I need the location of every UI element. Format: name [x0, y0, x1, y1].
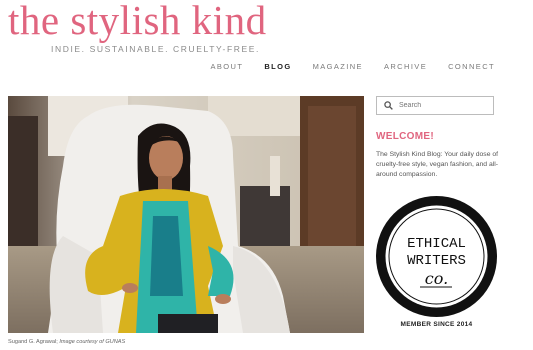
caption-credit: Image courtesy of GUNAS	[59, 339, 126, 345]
nav-archive[interactable]: ARCHIVE	[384, 62, 427, 71]
welcome-heading: WELCOME!	[376, 131, 434, 142]
ethical-writers-badge[interactable]: ETHICAL WRITERS co.	[376, 196, 497, 317]
welcome-text: The Stylish Kind Blog: Your daily dose o…	[376, 151, 499, 178]
badge-line-2: WRITERS	[407, 253, 466, 269]
photo-caption: Sugand G. Agrawal; Image courtesy of GUN…	[8, 339, 125, 345]
hero-photo[interactable]	[8, 96, 364, 333]
badge-line-3: co.	[425, 269, 448, 288]
nav-blog[interactable]: BLOG	[264, 62, 291, 71]
main-nav: ABOUT BLOG MAGAZINE ARCHIVE CONNECT	[189, 62, 495, 71]
site-logo[interactable]: the stylish kind	[8, 0, 267, 44]
caption-name: Sugand G. Agrawal;	[8, 339, 60, 345]
member-since-label: MEMBER SINCE 2014	[400, 321, 473, 328]
nav-about[interactable]: ABOUT	[210, 62, 243, 71]
site-tagline: INDIE. SUSTAINABLE. CRUELTY-FREE.	[51, 44, 260, 54]
search-input[interactable]	[399, 102, 489, 109]
search-box[interactable]	[376, 96, 494, 115]
nav-connect[interactable]: CONNECT	[448, 62, 495, 71]
badge-line-1: ETHICAL	[407, 236, 466, 252]
search-icon	[384, 101, 393, 110]
hero-photo-illustration	[8, 96, 364, 333]
nav-magazine[interactable]: MAGAZINE	[313, 62, 363, 71]
